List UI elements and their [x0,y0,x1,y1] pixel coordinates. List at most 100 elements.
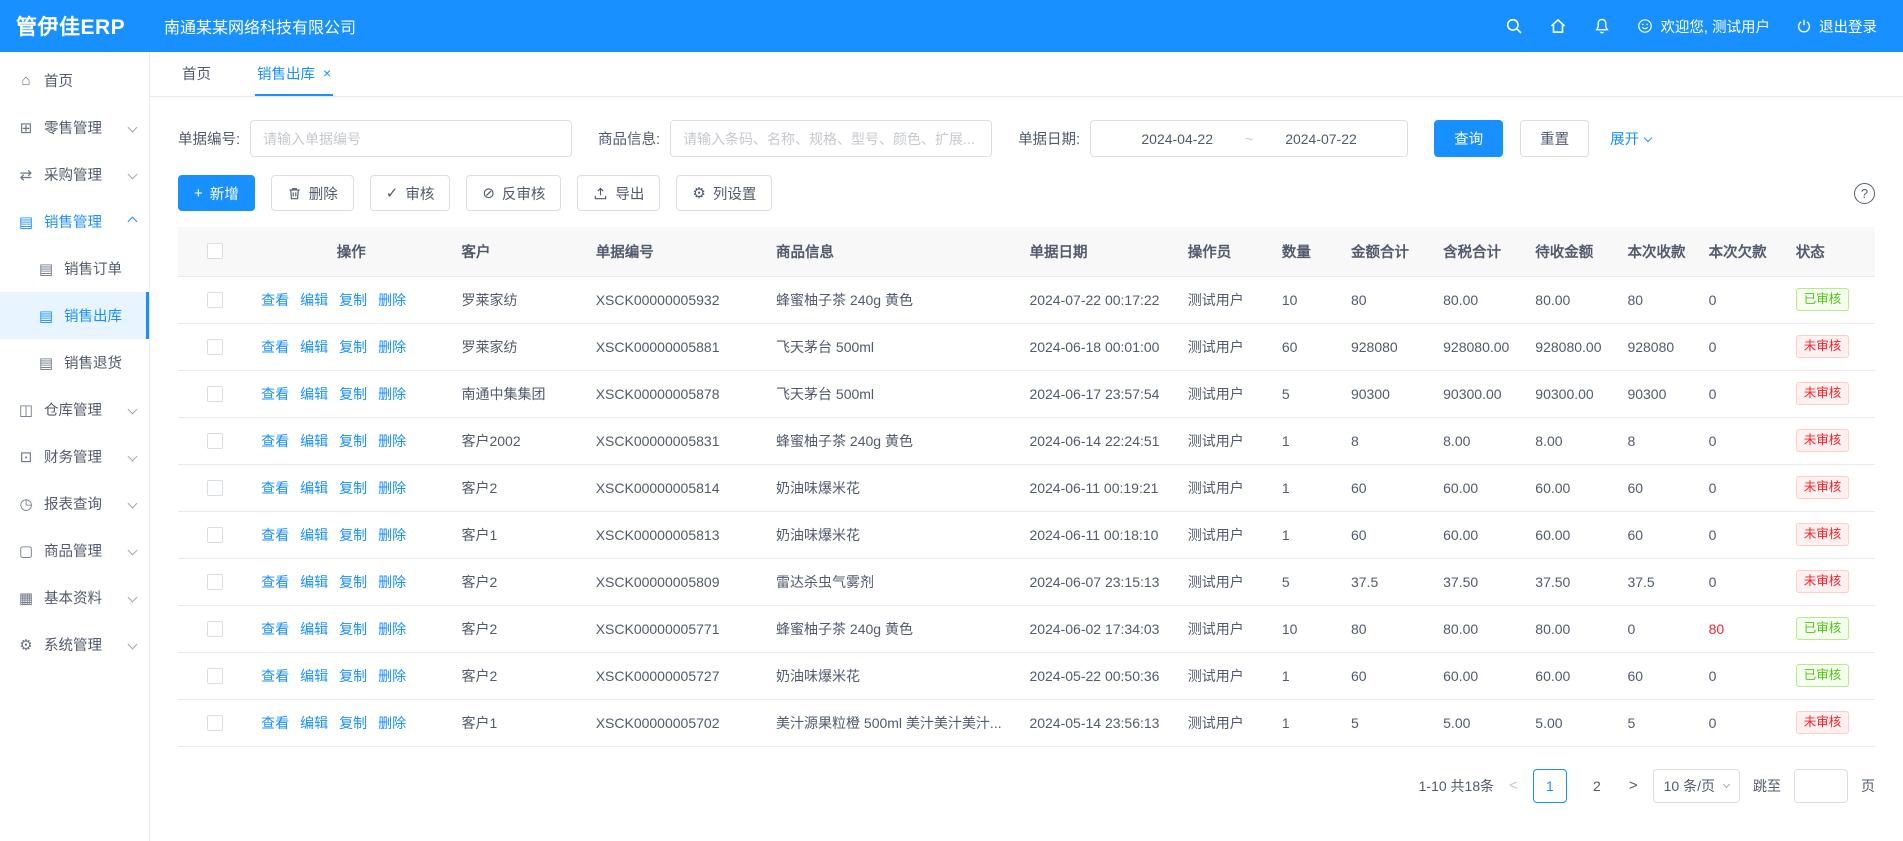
sidebar-item-basic-data[interactable]: ▦ 基本资料 [0,574,149,621]
page-button-1[interactable]: 1 [1533,769,1567,803]
row-action-copy[interactable]: 复制 [339,621,367,637]
row-action-delete[interactable]: 删除 [378,339,406,355]
row-action-delete[interactable]: 删除 [378,433,406,449]
actions-cell: 查看编辑复制删除 [251,276,451,323]
circle-slash-icon: ⊘ [482,186,495,201]
row-action-delete[interactable]: 删除 [378,527,406,543]
row-checkbox[interactable] [207,715,223,731]
row-action-edit[interactable]: 编辑 [300,433,328,449]
row-action-edit[interactable]: 编辑 [300,668,328,684]
search-button[interactable]: 查询 [1434,120,1503,157]
row-action-view[interactable]: 查看 [261,339,289,355]
row-action-view[interactable]: 查看 [261,715,289,731]
row-action-edit[interactable]: 编辑 [300,292,328,308]
row-checkbox[interactable] [207,386,223,402]
page-button-2[interactable]: 2 [1580,769,1614,803]
unaudit-button[interactable]: ⊘ 反审核 [466,175,561,211]
row-action-delete[interactable]: 删除 [378,292,406,308]
tab-home[interactable]: 首页 [180,52,213,96]
row-action-copy[interactable]: 复制 [339,574,367,590]
row-action-delete[interactable]: 删除 [378,386,406,402]
add-button[interactable]: + 新增 [178,175,255,211]
sidebar-item-sales-order[interactable]: ▤ 销售订单 [0,245,149,292]
tab-bar: 首页 销售出库 × [150,52,1903,97]
sidebar-item-sales[interactable]: ▤ 销售管理 [0,198,149,245]
row-action-view[interactable]: 查看 [261,480,289,496]
sidebar-item-home[interactable]: ⌂ 首页 [0,57,149,104]
date-to[interactable]: 2024-07-22 [1285,131,1357,147]
user-welcome[interactable]: 欢迎您, 测试用户 [1637,16,1770,37]
audit-button[interactable]: ✓ 审核 [370,175,451,211]
prev-page-button[interactable]: < [1507,777,1520,794]
row-action-edit[interactable]: 编辑 [300,527,328,543]
row-action-copy[interactable]: 复制 [339,527,367,543]
row-checkbox[interactable] [207,292,223,308]
row-action-edit[interactable]: 编辑 [300,339,328,355]
sidebar-item-retail[interactable]: ⊞ 零售管理 [0,104,149,151]
sidebar-item-sales-return[interactable]: ▤ 销售退货 [0,339,149,386]
row-action-copy[interactable]: 复制 [339,668,367,684]
home-icon[interactable] [1549,17,1567,35]
doc-no-cell: XSCK00000005771 [586,605,766,652]
page-size-select[interactable]: 10 条/页 [1653,769,1740,803]
sidebar-item-finance[interactable]: ⊡ 财务管理 [0,433,149,480]
logout-button[interactable]: 退出登录 [1796,16,1877,37]
delete-button[interactable]: 删除 [271,175,354,211]
row-action-edit[interactable]: 编辑 [300,621,328,637]
row-checkbox[interactable] [207,668,223,684]
row-action-copy[interactable]: 复制 [339,433,367,449]
row-action-edit[interactable]: 编辑 [300,574,328,590]
row-action-delete[interactable]: 删除 [378,621,406,637]
row-checkbox[interactable] [207,527,223,543]
sidebar-item-products[interactable]: ▢ 商品管理 [0,527,149,574]
sidebar-item-reports[interactable]: ◷ 报表查询 [0,480,149,527]
row-action-edit[interactable]: 编辑 [300,715,328,731]
reset-button[interactable]: 重置 [1520,120,1589,157]
row-action-delete[interactable]: 删除 [378,480,406,496]
sidebar-item-system[interactable]: ⚙ 系统管理 [0,621,149,668]
search-icon[interactable] [1505,17,1523,35]
export-button[interactable]: 导出 [577,175,660,211]
tab-sales-outbound[interactable]: 销售出库 × [255,52,333,96]
row-checkbox[interactable] [207,480,223,496]
next-page-button[interactable]: > [1627,777,1640,794]
row-action-delete[interactable]: 删除 [378,715,406,731]
close-icon[interactable]: × [323,66,331,80]
sidebar-item-warehouse[interactable]: ◫ 仓库管理 [0,386,149,433]
select-all-checkbox[interactable] [207,243,223,259]
row-action-view[interactable]: 查看 [261,668,289,684]
row-action-view[interactable]: 查看 [261,574,289,590]
jump-page-input[interactable] [1794,769,1848,803]
row-action-view[interactable]: 查看 [261,621,289,637]
row-action-copy[interactable]: 复制 [339,339,367,355]
smiley-icon [1637,18,1653,34]
sidebar-item-purchase[interactable]: ⇄ 采购管理 [0,151,149,198]
date-from[interactable]: 2024-04-22 [1141,131,1213,147]
row-action-copy[interactable]: 复制 [339,715,367,731]
row-action-delete[interactable]: 删除 [378,574,406,590]
unaudit-label: 反审核 [502,183,546,204]
date-range-input[interactable]: 2024-04-22 ~ 2024-07-22 [1090,120,1408,157]
expand-link[interactable]: 展开 [1610,128,1651,149]
help-icon[interactable]: ? [1854,183,1875,204]
row-action-view[interactable]: 查看 [261,386,289,402]
doc-no-input[interactable] [250,120,572,157]
row-action-delete[interactable]: 删除 [378,668,406,684]
row-action-edit[interactable]: 编辑 [300,480,328,496]
row-checkbox[interactable] [207,339,223,355]
row-checkbox[interactable] [207,433,223,449]
bell-icon[interactable] [1593,17,1611,35]
status-badge: 未审核 [1796,335,1850,358]
row-checkbox[interactable] [207,621,223,637]
row-action-copy[interactable]: 复制 [339,480,367,496]
row-action-copy[interactable]: 复制 [339,292,367,308]
row-action-view[interactable]: 查看 [261,433,289,449]
product-info-input[interactable] [670,120,992,157]
sidebar-item-sales-outbound[interactable]: ▤ 销售出库 [0,292,149,339]
row-action-view[interactable]: 查看 [261,292,289,308]
row-action-copy[interactable]: 复制 [339,386,367,402]
row-action-view[interactable]: 查看 [261,527,289,543]
row-checkbox[interactable] [207,574,223,590]
column-settings-button[interactable]: ⚙ 列设置 [676,175,772,211]
row-action-edit[interactable]: 编辑 [300,386,328,402]
